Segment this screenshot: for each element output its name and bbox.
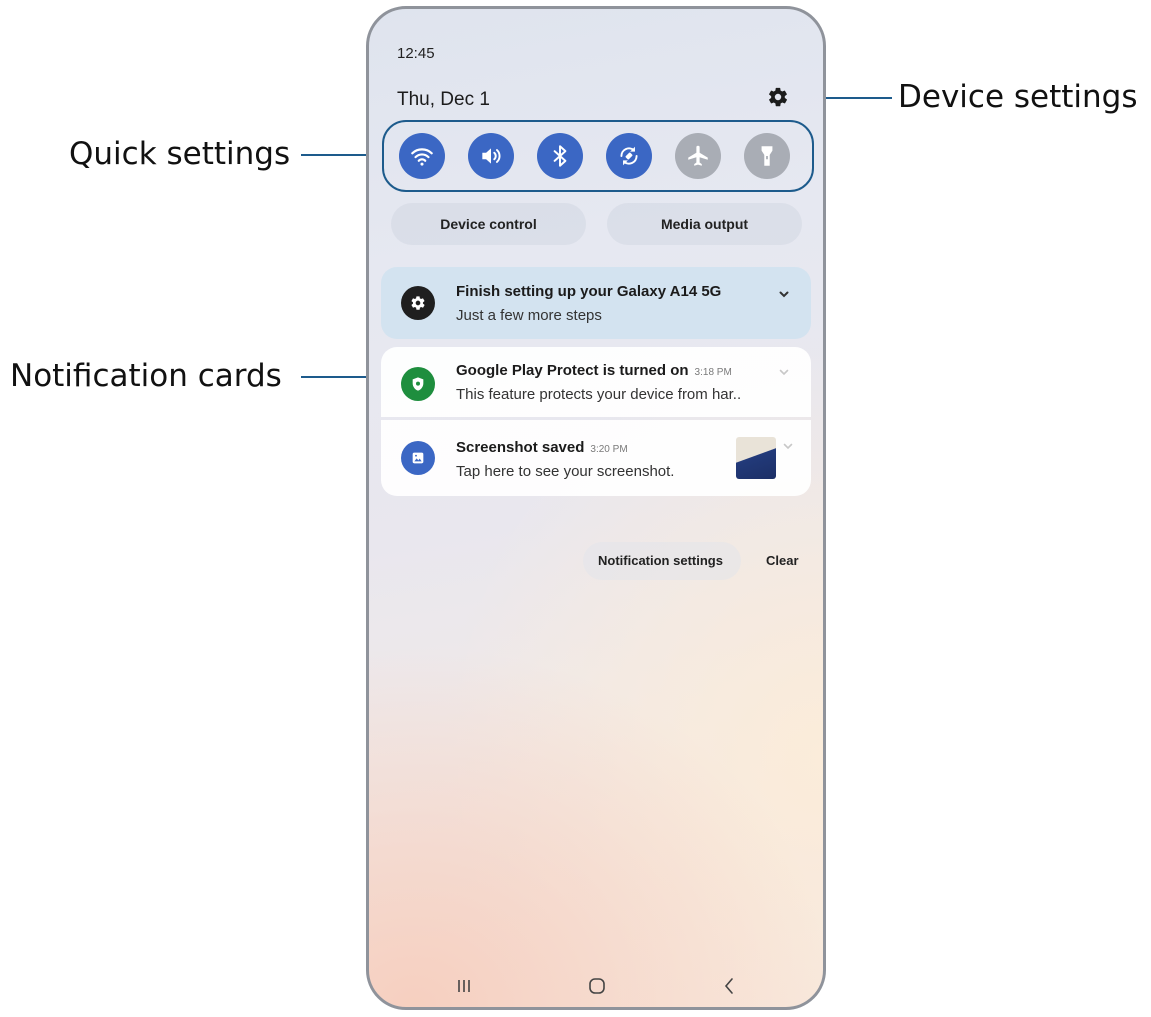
device-control-button[interactable]: Device control	[391, 203, 586, 245]
bluetooth-icon	[553, 145, 567, 167]
notification-settings-button[interactable]: Notification settings	[598, 553, 723, 568]
auto-rotate-toggle[interactable]	[606, 133, 652, 179]
clear-button[interactable]: Clear	[766, 553, 799, 568]
wifi-toggle[interactable]	[399, 133, 445, 179]
notification-time: 3:20 PM	[590, 444, 628, 455]
gear-icon	[401, 286, 435, 320]
notification-card-play-protect[interactable]: Google Play Protect is turned on 3:18 PM …	[381, 347, 811, 417]
callout-quick-settings: Quick settings	[69, 136, 291, 172]
airplane-mode-toggle[interactable]	[675, 133, 721, 179]
volume-icon	[482, 148, 501, 164]
flashlight-icon	[761, 146, 773, 166]
notification-title: Screenshot saved 3:20 PM	[456, 439, 628, 456]
date-label: Thu, Dec 1	[397, 89, 490, 110]
notification-body: Tap here to see your screenshot.	[456, 463, 675, 480]
chevron-down-icon[interactable]	[777, 365, 791, 379]
callout-notification-cards: Notification cards	[10, 358, 282, 394]
image-icon	[401, 441, 435, 475]
wifi-icon	[411, 148, 433, 166]
notification-title: Google Play Protect is turned on 3:18 PM	[456, 362, 732, 379]
status-time: 12:45	[397, 45, 435, 62]
back-icon	[724, 978, 733, 994]
shield-icon	[401, 367, 435, 401]
home-icon	[589, 978, 605, 994]
chevron-down-icon[interactable]	[781, 439, 795, 453]
recents-icon	[458, 980, 470, 992]
recents-button[interactable]	[449, 971, 479, 1001]
flashlight-toggle[interactable]	[744, 133, 790, 179]
callout-notification-cards-line	[301, 376, 373, 378]
airplane-icon	[688, 145, 708, 166]
annotated-screenshot: Quick settings Notification cards Device…	[0, 0, 1151, 1017]
chevron-down-icon[interactable]	[777, 287, 791, 301]
notification-card-setup[interactable]: Finish setting up your Galaxy A14 5G Jus…	[381, 267, 811, 339]
back-button[interactable]	[714, 971, 744, 1001]
notification-panel: 12:45 Thu, Dec 1 Device control Media ou…	[369, 9, 823, 1007]
gear-icon[interactable]	[767, 86, 789, 108]
notification-title: Finish setting up your Galaxy A14 5G	[456, 283, 722, 300]
media-output-button[interactable]: Media output	[607, 203, 802, 245]
rotate-icon	[620, 146, 638, 166]
screenshot-thumbnail[interactable]	[736, 437, 776, 479]
notification-body: Just a few more steps	[456, 307, 602, 324]
bluetooth-toggle[interactable]	[537, 133, 583, 179]
sound-toggle[interactable]	[468, 133, 514, 179]
callout-device-settings: Device settings	[898, 79, 1138, 115]
home-button[interactable]	[582, 971, 612, 1001]
notification-card-screenshot[interactable]: Screenshot saved 3:20 PM Tap here to see …	[381, 420, 811, 496]
notification-time: 3:18 PM	[694, 367, 732, 378]
phone-frame: 12:45 Thu, Dec 1 Device control Media ou…	[366, 6, 826, 1010]
notification-body: This feature protects your device from h…	[456, 386, 742, 403]
